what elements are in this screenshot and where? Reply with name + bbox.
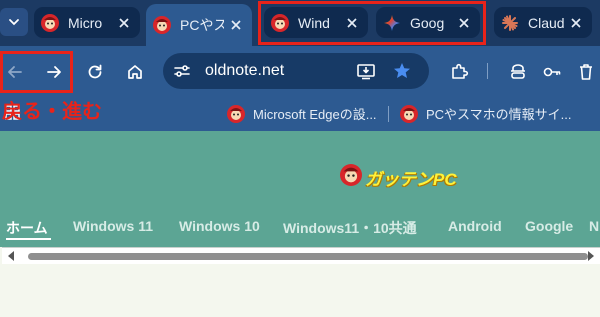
claude-icon bbox=[501, 14, 519, 32]
tab-title: Micro bbox=[68, 14, 103, 31]
passwords-button[interactable] bbox=[537, 57, 567, 87]
gatten-mascot-icon bbox=[41, 13, 59, 32]
tab-close-button[interactable] bbox=[455, 14, 473, 32]
tab-claude[interactable]: Claud bbox=[494, 7, 592, 38]
site-nav: ホーム Windows 11 Windows 10 Windows11・10共通… bbox=[0, 218, 600, 240]
site-nav-google[interactable]: Google bbox=[525, 218, 573, 234]
scroll-left-arrow-icon[interactable] bbox=[8, 251, 14, 261]
bookmark-label: Microsoft Edgeの設... bbox=[253, 107, 377, 122]
tab-title: PCやス bbox=[180, 17, 224, 33]
gatten-mascot-icon bbox=[400, 104, 418, 123]
trash-icon bbox=[580, 64, 592, 80]
bookmark-item[interactable]: Microsoft Edgeの設... bbox=[227, 104, 377, 123]
delete-button[interactable] bbox=[571, 57, 600, 87]
tab-close-button[interactable] bbox=[115, 14, 133, 32]
bookmark-item[interactable]: PCやスマホの情報サイ... bbox=[400, 104, 572, 123]
site-nav-windows10[interactable]: Windows 10 bbox=[179, 218, 260, 234]
close-icon bbox=[119, 17, 129, 28]
gatten-mascot-icon bbox=[271, 13, 289, 32]
tab-actions-menu-button[interactable] bbox=[0, 8, 28, 36]
site-nav-windows11[interactable]: Windows 11 bbox=[73, 218, 153, 234]
favorite-star-icon[interactable] bbox=[392, 61, 412, 86]
tab-close-button[interactable] bbox=[567, 14, 585, 32]
tab-microsoft[interactable]: Micro bbox=[34, 7, 140, 38]
active-nav-underline bbox=[6, 238, 51, 240]
tab-close-button[interactable] bbox=[343, 14, 361, 32]
scroll-right-arrow-icon[interactable] bbox=[588, 251, 594, 261]
bookmark-label: PCやスマホの情報サイ... bbox=[426, 107, 572, 122]
close-icon bbox=[347, 17, 357, 28]
copilot-icon bbox=[511, 64, 525, 79]
tab-close-button[interactable] bbox=[227, 16, 245, 34]
home-icon bbox=[128, 65, 142, 79]
chevron-down-icon bbox=[9, 19, 19, 26]
password-key-icon bbox=[543, 67, 561, 77]
close-icon bbox=[459, 17, 469, 28]
forward-arrow-icon bbox=[47, 66, 61, 78]
horizontal-scrollbar[interactable] bbox=[2, 247, 600, 264]
tab-title: Claud bbox=[528, 14, 565, 31]
url-text: oldnote.net bbox=[205, 62, 285, 79]
site-nav-home[interactable]: ホーム bbox=[6, 218, 48, 238]
tab-title: Goog bbox=[410, 14, 445, 31]
site-nav-next[interactable]: N bbox=[589, 218, 599, 234]
forward-button[interactable] bbox=[39, 57, 69, 87]
site-logo-text: ガッテンPC bbox=[365, 170, 457, 189]
gatten-mascot-icon bbox=[153, 16, 171, 34]
tab-strip: Micro PCやス Wind Goog Claud bbox=[0, 0, 600, 46]
page-content-area bbox=[0, 264, 600, 317]
install-app-icon[interactable] bbox=[356, 62, 376, 85]
close-icon bbox=[231, 20, 241, 30]
home-button[interactable] bbox=[120, 57, 150, 87]
toolbar-divider bbox=[487, 63, 488, 79]
tab-pc-sumaho[interactable]: PCやス bbox=[146, 4, 252, 46]
nav-annotation-caption: 戻る・進む bbox=[2, 101, 102, 123]
back-arrow-icon bbox=[8, 66, 22, 78]
tab-title: Wind bbox=[298, 14, 330, 31]
extensions-button[interactable] bbox=[444, 57, 474, 87]
gatten-mascot-icon bbox=[340, 164, 362, 191]
copilot-button[interactable] bbox=[503, 57, 533, 87]
reload-icon bbox=[88, 64, 102, 79]
site-nav-windows-common[interactable]: Windows11・10共通 bbox=[283, 218, 417, 238]
site-nav-android[interactable]: Android bbox=[448, 218, 502, 234]
address-bar[interactable]: oldnote.net bbox=[163, 53, 429, 89]
reload-button[interactable] bbox=[80, 57, 110, 87]
site-logo[interactable]: ガッテンPC bbox=[340, 164, 457, 191]
gatten-mascot-icon bbox=[227, 104, 245, 123]
gemini-icon bbox=[383, 14, 401, 32]
close-icon bbox=[571, 17, 581, 28]
site-header: ガッテンPC ホーム Windows 11 Windows 10 Windows… bbox=[0, 131, 600, 247]
extensions-icon bbox=[452, 63, 469, 79]
tab-google[interactable]: Goog bbox=[376, 7, 480, 38]
bookmark-divider bbox=[388, 106, 389, 122]
browser-toolbar: oldnote.net bbox=[0, 46, 600, 96]
tab-windows[interactable]: Wind bbox=[264, 7, 368, 38]
back-button[interactable] bbox=[0, 57, 30, 87]
site-settings-icon[interactable] bbox=[173, 62, 191, 85]
scrollbar-thumb[interactable] bbox=[28, 253, 588, 260]
